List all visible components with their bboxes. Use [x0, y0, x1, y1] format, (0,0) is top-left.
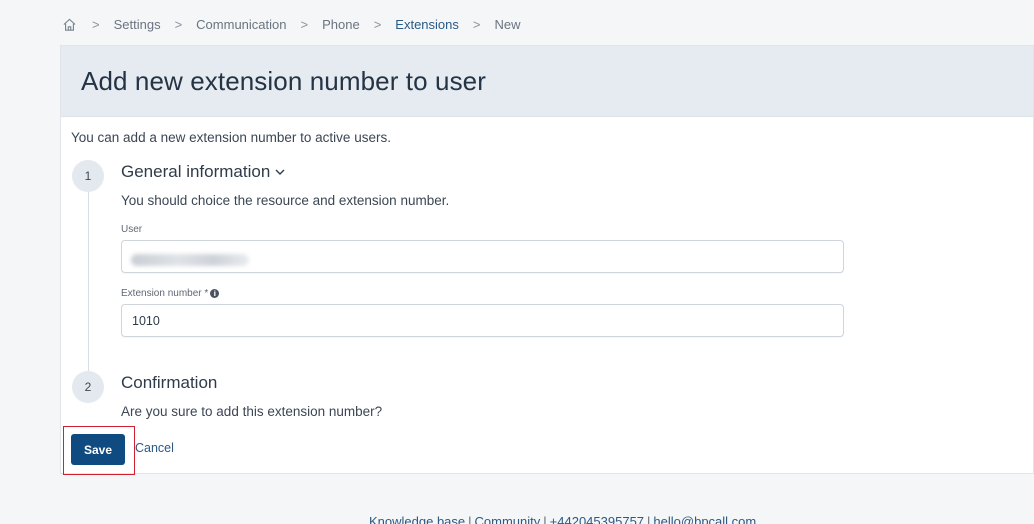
user-label-text: User: [121, 224, 143, 235]
intro-text: You can add a new extension number to ac…: [71, 130, 391, 145]
home-icon[interactable]: [62, 16, 78, 32]
extension-number-field[interactable]: [121, 304, 844, 337]
step-2-title: Confirmation: [121, 373, 218, 392]
breadcrumb-phone[interactable]: Phone: [322, 17, 360, 32]
footer-divider: |: [647, 514, 651, 524]
chevron-right-icon: >: [373, 16, 382, 32]
breadcrumb-communication[interactable]: Communication: [196, 17, 286, 32]
breadcrumb: > Settings > Communication > Phone > Ext…: [62, 14, 520, 34]
step-1-number: 1: [72, 160, 104, 192]
footer-divider: |: [468, 514, 472, 524]
step-2-header: Confirmation: [121, 373, 217, 393]
chevron-right-icon: >: [92, 16, 100, 32]
footer-phone-link[interactable]: +442045395757: [550, 514, 644, 524]
breadcrumb-extensions[interactable]: Extensions: [395, 17, 459, 32]
extension-label: Extension number * i: [121, 288, 220, 299]
chevron-down-icon[interactable]: [274, 166, 286, 178]
step-1-title: General information: [121, 162, 271, 181]
redacted-user-value: [131, 254, 249, 266]
extension-label-text: Extension number *: [121, 288, 209, 299]
step-1-header[interactable]: General information: [121, 162, 286, 182]
step-2-number: 2: [72, 371, 104, 403]
step-2-description: Are you sure to add this extension numbe…: [121, 404, 383, 419]
chevron-right-icon: >: [300, 16, 309, 32]
cancel-link[interactable]: Cancel: [135, 441, 174, 455]
chevron-right-icon: >: [174, 16, 183, 32]
info-icon[interactable]: i: [210, 289, 220, 298]
user-label: User: [121, 224, 142, 235]
form-card: Add new extension number to user You can…: [60, 45, 1034, 475]
step-1-description: You should choice the resource and exten…: [121, 193, 450, 208]
footer: Knowledge base | Community | +442045395757 | h…: [369, 514, 756, 524]
card-header: Add new extension number to user: [61, 46, 1033, 117]
footer-community-link[interactable]: Community: [475, 514, 541, 524]
footer-knowledge-base-link[interactable]: Knowledge base: [369, 514, 465, 524]
save-button[interactable]: Save: [71, 434, 125, 465]
page-title: Add new extension number to user: [81, 65, 486, 96]
footer-divider: |: [543, 514, 547, 524]
breadcrumb-settings[interactable]: Settings: [114, 17, 161, 32]
footer-email-link[interactable]: hello@bpcall.com: [653, 514, 756, 524]
step-connector: [88, 191, 89, 371]
chevron-right-icon: >: [472, 16, 481, 32]
breadcrumb-new: New: [494, 16, 521, 32]
